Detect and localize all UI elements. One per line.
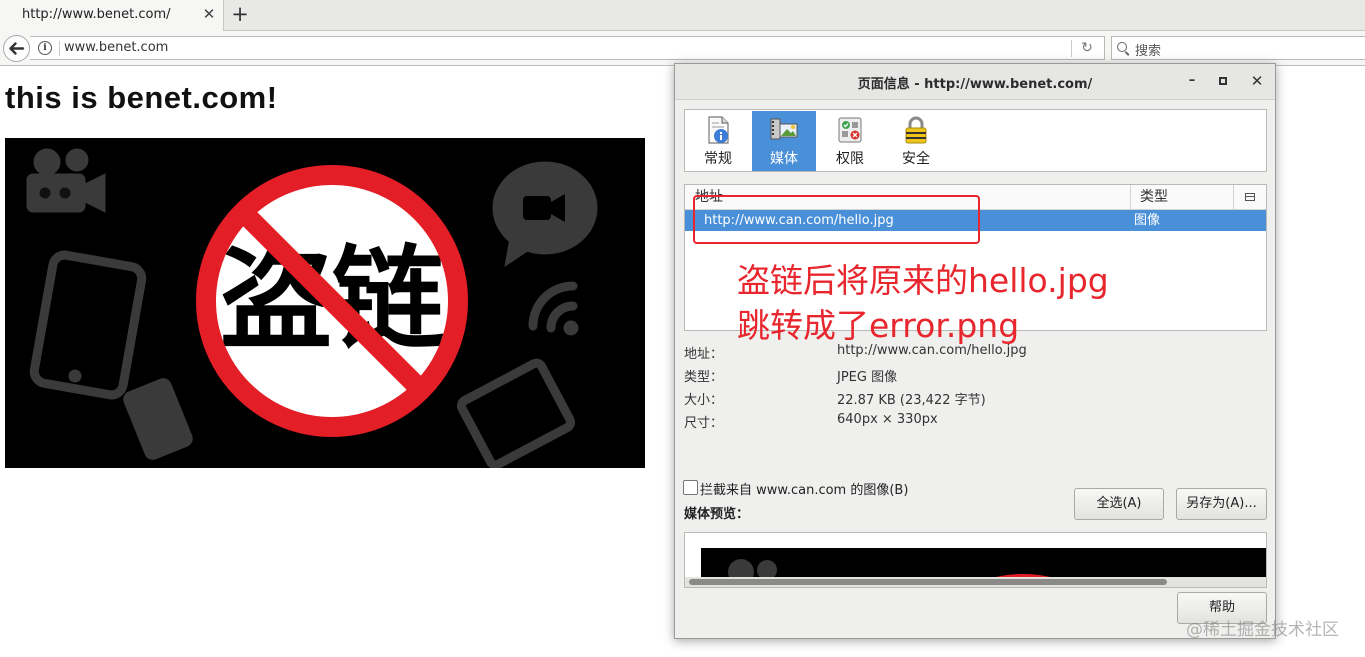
chat-video-icon bbox=[492, 161, 598, 268]
tab-label-permissions: 权限 bbox=[836, 151, 864, 167]
tab-label-security: 安全 bbox=[902, 151, 930, 167]
annotation-text: 盗链后将原来的hello.jpg 跳转成了error.png bbox=[737, 258, 1109, 348]
preview-scrollbar[interactable] bbox=[685, 577, 1266, 587]
preview-scrollbar-thumb[interactable] bbox=[689, 579, 1167, 585]
reload-separator bbox=[1071, 40, 1072, 57]
property-dimensions: 尺寸： 640px × 330px bbox=[684, 412, 1264, 432]
url-text[interactable]: www.benet.com bbox=[64, 40, 168, 55]
property-value: JPEG 图像 bbox=[837, 370, 898, 385]
cellphone-icon bbox=[123, 378, 193, 460]
document-info-icon bbox=[708, 116, 729, 144]
watermark: @稀土掘金技术社区 bbox=[1186, 620, 1339, 640]
column-header-type[interactable]: 类型 bbox=[1131, 185, 1234, 210]
page-heading: this is benet.com! bbox=[5, 80, 278, 115]
permissions-icon bbox=[838, 117, 862, 143]
no-hotlink-illustration: 盗链 bbox=[26, 148, 598, 468]
search-bar[interactable]: 搜索 bbox=[1111, 36, 1365, 60]
close-tab-icon[interactable]: ✕ bbox=[200, 4, 218, 24]
search-input[interactable]: 搜索 bbox=[1135, 40, 1161, 59]
media-preview[interactable] bbox=[684, 532, 1267, 588]
close-icon[interactable]: ✕ bbox=[1248, 72, 1266, 90]
property-label: 地址： bbox=[684, 347, 724, 362]
nav-bar: i www.benet.com ↻ 搜索 bbox=[0, 31, 1365, 66]
dialog-titlebar[interactable]: 页面信息 - http://www.benet.com/ – ✕ bbox=[675, 64, 1275, 100]
lock-icon bbox=[905, 116, 927, 144]
property-label: 大小： bbox=[684, 393, 724, 408]
film-camera-icon bbox=[26, 148, 106, 213]
hotlink-image: 盗链 bbox=[5, 138, 645, 468]
save-as-button[interactable]: 另存为(A)... bbox=[1176, 488, 1267, 520]
property-value: 22.87 KB (23,422 字节) bbox=[837, 393, 986, 408]
tab-label-general: 常规 bbox=[704, 151, 732, 167]
tab-general[interactable]: 常规 bbox=[686, 111, 750, 171]
page-info-dialog: 页面信息 - http://www.benet.com/ – ✕ 常规 媒体 权… bbox=[674, 63, 1276, 639]
site-info-icon[interactable]: i bbox=[38, 41, 52, 55]
column-picker-icon[interactable] bbox=[1234, 185, 1266, 210]
tab-label-media: 媒体 bbox=[770, 151, 798, 167]
preview-label: 媒体预览： bbox=[684, 507, 750, 522]
phone-button-icon bbox=[68, 369, 82, 383]
property-type: 类型： JPEG 图像 bbox=[684, 366, 1264, 386]
property-label: 尺寸： bbox=[684, 416, 724, 431]
media-icon bbox=[770, 118, 798, 140]
media-row-type: 图像 bbox=[1134, 213, 1161, 228]
tab-permissions[interactable]: 权限 bbox=[818, 111, 882, 171]
annotation-line-2: 跳转成了error.png bbox=[737, 306, 1020, 345]
url-bar[interactable]: i www.benet.com ↻ bbox=[30, 36, 1105, 60]
minimize-icon[interactable]: – bbox=[1183, 72, 1201, 90]
smartphone-icon bbox=[29, 250, 147, 400]
tab-title: http://www.benet.com/ bbox=[22, 7, 171, 22]
wifi-dot-icon bbox=[563, 320, 579, 336]
property-size: 大小： 22.87 KB (23,422 字节) bbox=[684, 389, 1264, 409]
property-value: 640px × 330px bbox=[837, 412, 938, 427]
block-images-checkbox[interactable] bbox=[683, 480, 698, 495]
back-button[interactable] bbox=[3, 35, 30, 62]
tab-bar: http://www.benet.com/ ✕ + bbox=[0, 0, 1365, 31]
select-all-button[interactable]: 全选(A) bbox=[1074, 488, 1164, 520]
back-arrow-icon bbox=[9, 42, 25, 55]
new-tab-button[interactable]: + bbox=[229, 2, 251, 26]
tab-media[interactable]: 媒体 bbox=[752, 111, 816, 171]
annotation-line-1: 盗链后将原来的hello.jpg bbox=[737, 261, 1109, 300]
block-images-label[interactable]: 拦截来自 www.can.com 的图像(B) bbox=[700, 479, 908, 498]
annotation-highlight-box bbox=[693, 195, 980, 244]
screen: http://www.benet.com/ ✕ + i www.benet.co… bbox=[0, 0, 1365, 657]
reload-icon[interactable]: ↻ bbox=[1078, 38, 1096, 58]
preview-thumbnail bbox=[728, 559, 1051, 577]
dialog-tab-strip: 常规 媒体 权限 安全 bbox=[684, 109, 1267, 172]
film-strip-icon bbox=[456, 358, 576, 468]
search-icon bbox=[1117, 42, 1127, 52]
preview-image bbox=[701, 548, 1266, 577]
tab-security[interactable]: 安全 bbox=[884, 111, 948, 171]
browser-tab[interactable]: http://www.benet.com/ ✕ bbox=[0, 0, 224, 31]
maximize-icon[interactable] bbox=[1214, 72, 1232, 90]
url-separator bbox=[59, 41, 60, 56]
property-label: 类型： bbox=[684, 370, 724, 385]
